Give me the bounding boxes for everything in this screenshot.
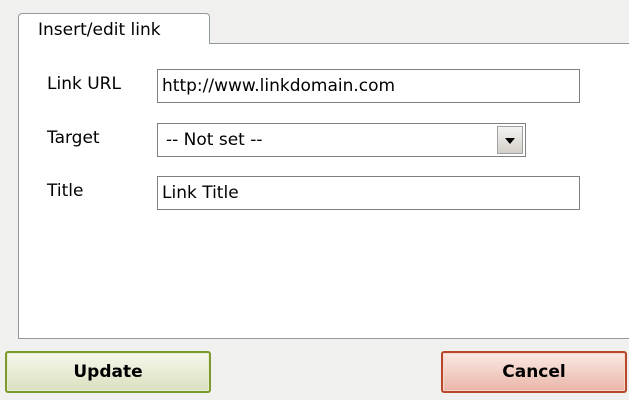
chevron-down-icon[interactable] xyxy=(497,126,523,154)
target-select-value: -- Not set -- xyxy=(166,130,263,150)
tab-insert-edit-link[interactable]: Insert/edit link xyxy=(18,13,210,44)
title-label: Title xyxy=(47,181,84,201)
insert-link-dialog: Insert/edit link Link URL Target -- Not … xyxy=(0,0,629,400)
target-label: Target xyxy=(47,128,100,148)
update-button[interactable]: Update xyxy=(5,351,211,393)
link-url-label: Link URL xyxy=(47,74,121,94)
tab-label: Insert/edit link xyxy=(38,20,161,40)
link-url-input[interactable] xyxy=(157,69,580,103)
target-select[interactable]: -- Not set -- xyxy=(157,123,526,157)
title-input[interactable] xyxy=(157,176,580,210)
link-form-panel: Link URL Target -- Not set -- Title xyxy=(18,43,629,339)
cancel-button[interactable]: Cancel xyxy=(441,351,627,393)
